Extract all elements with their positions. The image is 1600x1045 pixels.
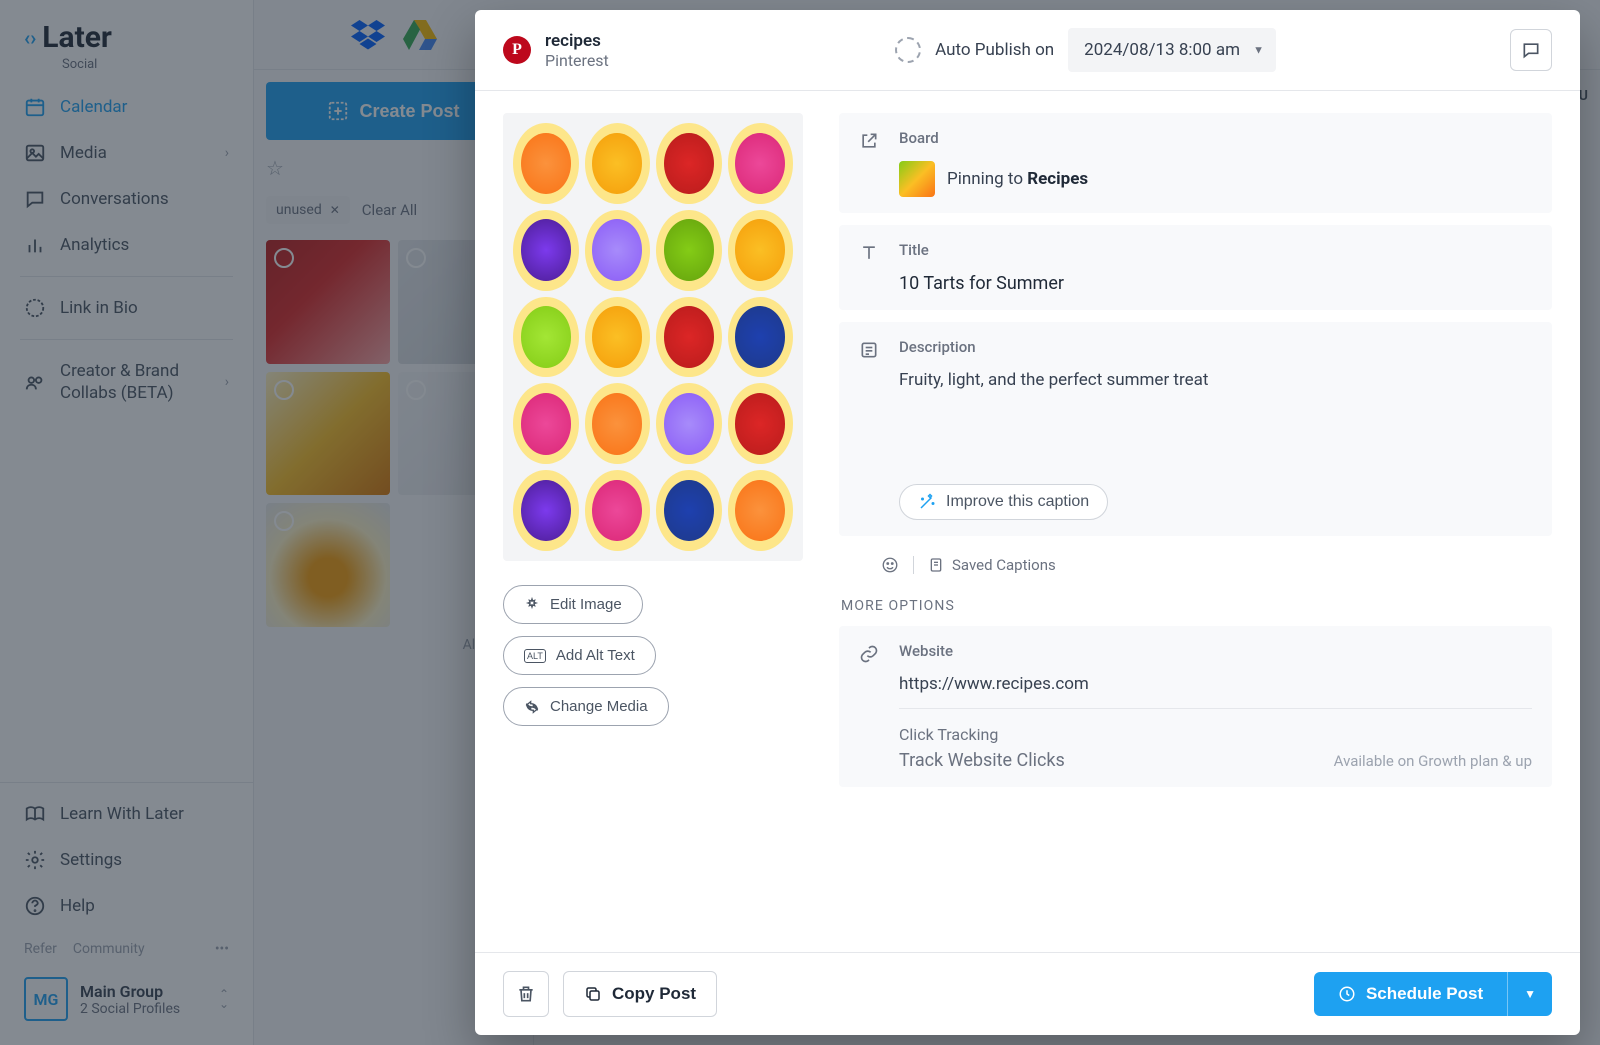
datetime-picker[interactable]: 2024/08/13 8:00 am ▼ <box>1068 28 1276 72</box>
network-name: Pinterest <box>545 51 609 70</box>
button-label: Saved Captions <box>952 556 1056 574</box>
tracking-note: Available on Growth plan & up <box>1334 752 1532 770</box>
edit-image-button[interactable]: Edit Image <box>503 585 643 624</box>
datetime-value: 2024/08/13 8:00 am <box>1084 40 1240 60</box>
account-name: recipes <box>545 31 609 51</box>
schedule-dropdown-button[interactable]: ▼ <box>1507 972 1552 1016</box>
wand-icon <box>918 493 936 511</box>
field-label: Description <box>899 338 1532 356</box>
description-field[interactable]: Description Fruity, light, and the perfe… <box>839 322 1552 536</box>
change-media-button[interactable]: Change Media <box>503 687 669 726</box>
button-label: Add Alt Text <box>556 647 635 664</box>
field-label: Board <box>899 129 1532 147</box>
button-label: Change Media <box>550 698 648 715</box>
board-thumb <box>899 161 935 197</box>
description-value: Fruity, light, and the perfect summer tr… <box>899 370 1532 470</box>
comments-button[interactable] <box>1510 29 1552 71</box>
description-icon <box>859 338 881 520</box>
chevron-down-icon: ▼ <box>1253 44 1264 57</box>
copy-post-button[interactable]: Copy Post <box>563 971 717 1017</box>
website-field[interactable]: Website https://www.recipes.com Click Tr… <box>839 626 1552 787</box>
tracking-label: Click Tracking <box>899 725 1532 744</box>
board-field[interactable]: Board Pinning to Recipes <box>839 113 1552 213</box>
tracking-desc: Track Website Clicks <box>899 750 1065 771</box>
autopublish-label: Auto Publish on <box>935 40 1054 60</box>
delete-button[interactable] <box>503 971 549 1017</box>
button-label: Copy Post <box>612 984 696 1004</box>
link-icon <box>859 642 881 771</box>
board-value: Pinning to Recipes <box>947 169 1088 189</box>
media-preview <box>503 113 803 561</box>
pinterest-icon: P <box>503 36 531 64</box>
saved-captions-button[interactable]: Saved Captions <box>928 556 1056 574</box>
text-icon <box>859 241 881 294</box>
improve-caption-button[interactable]: Improve this caption <box>899 484 1108 520</box>
button-label: Schedule Post <box>1366 984 1483 1004</box>
post-editor-modal: ✕ P recipes Pinterest Auto Publish on 20… <box>475 10 1580 1035</box>
button-label: Edit Image <box>550 596 622 613</box>
autopublish-icon <box>895 37 921 63</box>
modal-footer: Copy Post Schedule Post ▼ <box>475 952 1580 1035</box>
button-label: Improve this caption <box>946 493 1089 511</box>
website-value: https://www.recipes.com <box>899 674 1532 709</box>
title-field[interactable]: Title 10 Tarts for Summer <box>839 225 1552 310</box>
more-options-heading: MORE OPTIONS <box>841 598 1552 614</box>
emoji-button[interactable] <box>881 556 899 574</box>
external-icon <box>859 129 881 197</box>
field-label: Website <box>899 642 1532 660</box>
alt-icon: ALT <box>524 649 546 663</box>
title-value: 10 Tarts for Summer <box>899 273 1532 294</box>
schedule-post-button[interactable]: Schedule Post <box>1314 972 1507 1016</box>
field-label: Title <box>899 241 1532 259</box>
add-alt-text-button[interactable]: ALT Add Alt Text <box>503 636 656 675</box>
close-button[interactable]: ✕ <box>1552 24 1588 60</box>
modal-header: P recipes Pinterest Auto Publish on 2024… <box>475 10 1580 91</box>
